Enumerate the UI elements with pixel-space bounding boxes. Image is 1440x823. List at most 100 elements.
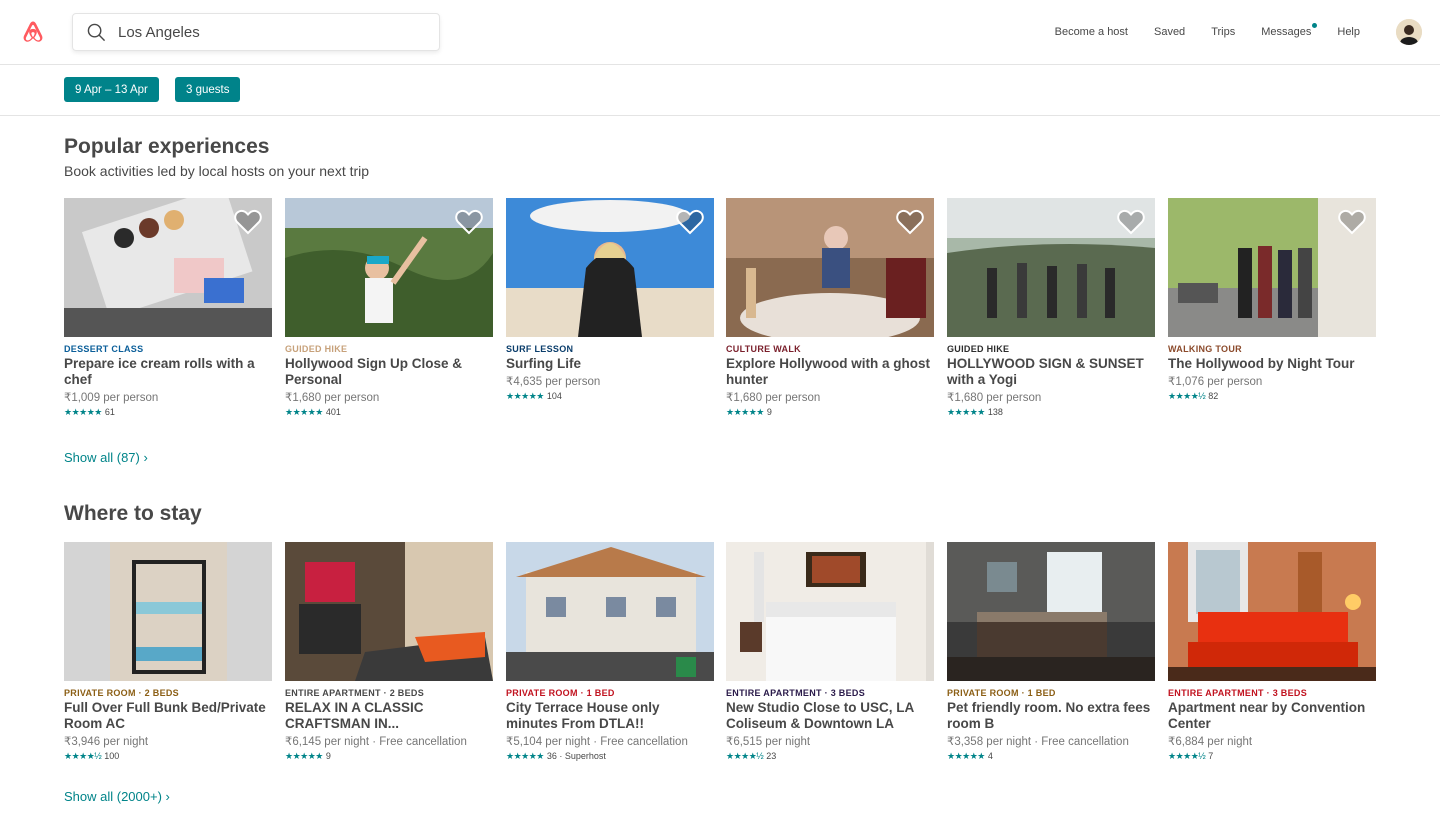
experience-card[interactable]: WALKING TOUR The Hollywood by Night Tour ₹…	[1168, 198, 1376, 402]
experience-category: WALKING TOUR	[1168, 344, 1242, 354]
rating-stars: ★★★★½	[1168, 751, 1206, 761]
listing-photo[interactable]	[506, 542, 714, 681]
nav-saved[interactable]: Saved	[1154, 26, 1185, 38]
nav-help[interactable]: Help	[1337, 26, 1360, 38]
nav-become-host[interactable]: Become a host	[1055, 26, 1128, 38]
stays-show-all-link[interactable]: Show all (2000+) ›	[64, 789, 170, 804]
guests-filter-button[interactable]: 3 guests	[175, 77, 241, 102]
listing-price-line: ₹6,145 per night · Free cancellation	[285, 734, 493, 748]
listing-photo[interactable]	[64, 542, 272, 681]
heart-icon[interactable]	[1117, 209, 1145, 240]
experience-name[interactable]: Hollywood Sign Up Close & Personal	[285, 356, 493, 388]
experience-photo[interactable]	[64, 198, 272, 337]
rating-stars: ★★★★★	[285, 751, 323, 761]
rating-stars: ★★★★★	[947, 407, 985, 417]
listing-photo[interactable]	[1168, 542, 1376, 681]
rating-stars: ★★★★½	[1168, 391, 1206, 401]
rating-stars-icon: ★★★★★ 9	[726, 407, 934, 418]
dates-filter-button[interactable]: 9 Apr – 13 Apr	[64, 77, 159, 102]
search-bar[interactable]	[72, 13, 440, 51]
rating-stars-icon: ★★★★★ 4	[947, 751, 1155, 762]
review-count: 36	[546, 751, 557, 761]
experience-card[interactable]: CULTURE WALK Explore Hollywood with a gho…	[726, 198, 934, 418]
experiences-show-all-label: Show all (87)	[64, 450, 140, 465]
listing-price-line: ₹5,104 per night · Free cancellation	[506, 734, 714, 748]
experience-name[interactable]: Surfing Life	[506, 356, 714, 372]
experience-price: ₹1,009 per person	[64, 392, 159, 404]
listing-price-suffix: per night	[762, 736, 811, 748]
listing-name[interactable]: New Studio Close to USC, LA Coliseum & D…	[726, 700, 934, 732]
listing-name[interactable]: City Terrace House only minutes From DTL…	[506, 700, 714, 732]
experience-name[interactable]: Explore Hollywood with a ghost hunter	[726, 356, 934, 388]
rating-stars-icon: ★★★★★ 138	[947, 407, 1155, 418]
rating-stars: ★★★★★	[285, 407, 323, 417]
rating-stars-icon: ★★★★½ 100	[64, 751, 272, 762]
experience-photo[interactable]	[947, 198, 1155, 337]
experience-card[interactable]: DESSERT CLASS Prepare ice cream rolls wit…	[64, 198, 272, 418]
listing-price-line: ₹3,946 per night	[64, 734, 272, 748]
heart-icon[interactable]	[234, 209, 262, 240]
search-input[interactable]	[118, 23, 418, 41]
heart-icon[interactable]	[676, 209, 704, 240]
review-count: 23	[766, 751, 777, 761]
listing-category: ENTIRE APARTMENT · 3 BEDS	[1168, 688, 1308, 698]
experience-name[interactable]: Prepare ice cream rolls with a chef	[64, 356, 272, 388]
search-icon	[87, 23, 106, 41]
heart-icon[interactable]	[455, 209, 483, 240]
rating-stars: ★★★★★	[64, 407, 102, 417]
experience-name[interactable]: HOLLYWOOD SIGN & SUNSET with a Yogi	[947, 356, 1155, 388]
listing-price: ₹6,884	[1168, 736, 1205, 748]
experience-price: ₹1,680 per person	[726, 392, 821, 404]
listing-price-line: ₹6,884 per night	[1168, 734, 1376, 748]
experience-photo[interactable]	[285, 198, 493, 337]
heart-icon[interactable]	[896, 209, 924, 240]
listing-card[interactable]: PRIVATE ROOM · 1 BED Pet friendly room. N…	[947, 542, 1155, 762]
rating-stars: ★★★★½	[64, 751, 102, 761]
user-avatar-icon	[1396, 19, 1422, 45]
experience-card[interactable]: SURF LESSON Surfing Life ₹4,635 per person…	[506, 198, 714, 402]
top-nav: Become a host Saved Trips Messages Help	[1029, 0, 1440, 64]
listing-name[interactable]: Full Over Full Bunk Bed/Private Room AC	[64, 700, 272, 732]
listing-photo[interactable]	[947, 542, 1155, 681]
listing-price-suffix: per night · Free cancellation	[542, 736, 688, 748]
experience-photo[interactable]	[506, 198, 714, 337]
rating-stars: ★★★★★	[947, 751, 985, 761]
listing-card[interactable]: ENTIRE APARTMENT · 2 BEDS RELAX IN A CLAS…	[285, 542, 493, 762]
listing-card[interactable]: ENTIRE APARTMENT · 3 BEDS Apartment near …	[1168, 542, 1376, 762]
experiences-subtitle: Book activities led by local hosts on yo…	[64, 163, 370, 179]
rating-stars: ★★★★★	[726, 407, 764, 417]
heart-icon[interactable]	[1338, 209, 1366, 240]
experience-price: ₹1,680 per person	[285, 392, 380, 404]
nav-trips[interactable]: Trips	[1211, 26, 1235, 38]
avatar[interactable]	[1396, 19, 1422, 45]
listing-price: ₹6,515	[726, 736, 763, 748]
listing-card[interactable]: PRIVATE ROOM · 2 BEDS Full Over Full Bunk…	[64, 542, 272, 762]
experience-category: GUIDED HIKE	[285, 344, 348, 354]
chevron-right-icon: ›	[165, 789, 170, 804]
listing-photo[interactable]	[726, 542, 934, 681]
rating-stars-icon: ★★★★★ 9	[285, 751, 493, 762]
review-count: 9	[325, 751, 331, 761]
experience-name[interactable]: The Hollywood by Night Tour	[1168, 356, 1376, 372]
listing-card[interactable]: ENTIRE APARTMENT · 3 BEDS New Studio Clos…	[726, 542, 934, 762]
listing-name[interactable]: Pet friendly room. No extra fees room B	[947, 700, 1155, 732]
rating-stars-icon: ★★★★★ 61	[64, 407, 272, 418]
listing-card[interactable]: PRIVATE ROOM · 1 BED City Terrace House o…	[506, 542, 714, 762]
rating-stars-icon: ★★★★½ 23	[726, 751, 934, 762]
experience-card[interactable]: GUIDED HIKE Hollywood Sign Up Close & Per…	[285, 198, 493, 418]
filter-bar: 9 Apr – 13 Apr 3 guests	[0, 65, 1440, 116]
experience-category: GUIDED HIKE	[947, 344, 1010, 354]
experience-photo[interactable]	[726, 198, 934, 337]
rating-stars-icon: ★★★★★ 36 · Superhost	[506, 751, 714, 762]
experience-card[interactable]: GUIDED HIKE HOLLYWOOD SIGN & SUNSET with …	[947, 198, 1155, 418]
listing-price: ₹6,145	[285, 736, 322, 748]
listing-name[interactable]: RELAX IN A CLASSIC CRAFTSMAN IN...	[285, 700, 493, 732]
experiences-show-all-link[interactable]: Show all (87) ›	[64, 450, 148, 465]
nav-messages[interactable]: Messages	[1261, 23, 1318, 38]
experience-photo[interactable]	[1168, 198, 1376, 337]
listing-name[interactable]: Apartment near by Convention Center	[1168, 700, 1376, 732]
airbnb-logo-icon[interactable]	[20, 18, 46, 46]
experience-category: DESSERT CLASS	[64, 344, 144, 354]
listing-price: ₹3,946	[64, 736, 101, 748]
listing-photo[interactable]	[285, 542, 493, 681]
